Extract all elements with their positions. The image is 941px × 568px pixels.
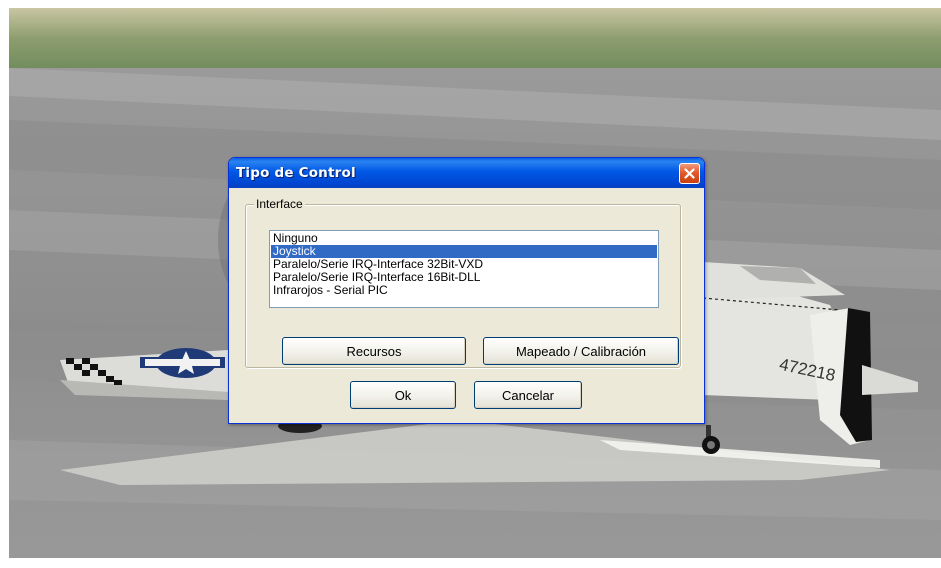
cancel-button[interactable]: Cancelar [474,381,582,409]
dialog-titlebar[interactable]: Tipo de Control [229,158,704,188]
interface-listbox[interactable]: Ninguno Joystick Paralelo/Serie IRQ-Inte… [269,230,659,308]
close-icon [684,167,695,179]
recursos-button[interactable]: Recursos [282,337,466,365]
mapeado-calibracion-button[interactable]: Mapeado / Calibración [483,337,679,365]
interface-groupbox: Interface Ninguno Joystick Paralelo/Seri… [245,197,681,368]
white-border-bottom [0,558,941,568]
dialog-title: Tipo de Control [236,165,356,181]
close-button[interactable] [679,162,700,184]
dialog-client-area: Interface Ninguno Joystick Paralelo/Seri… [232,188,701,420]
list-item-infrarojos[interactable]: Infrarojos - Serial PIC [271,284,657,297]
tipo-de-control-dialog: Tipo de Control Interface Ninguno Joysti… [228,157,705,424]
list-item-ninguno[interactable]: Ninguno [271,232,657,245]
ok-button[interactable]: Ok [350,381,456,409]
interface-group-label: Interface [254,197,305,211]
